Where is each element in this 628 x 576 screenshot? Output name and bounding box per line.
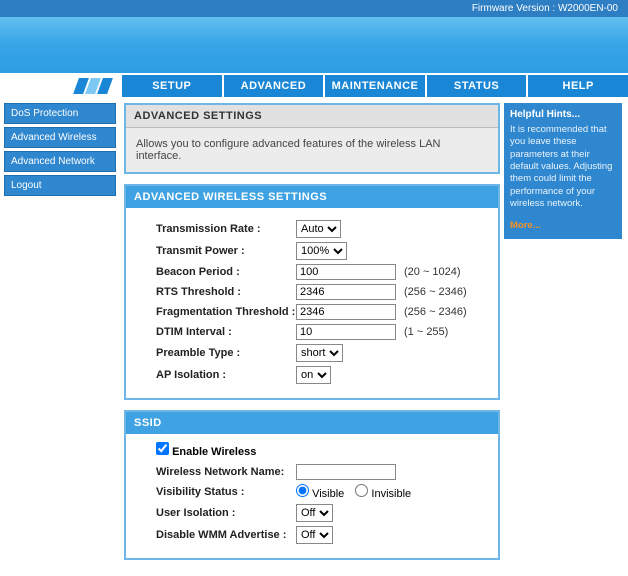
label-invisible: Invisible (371, 488, 411, 500)
sidebar: DoS Protection Advanced Wireless Advance… (0, 97, 120, 199)
tab-help[interactable]: HELP (526, 75, 628, 97)
select-tx-rate[interactable]: Auto (296, 220, 341, 238)
label-visibility: Visibility Status : (136, 486, 296, 498)
label-wmm: Disable WMM Advertise : (136, 529, 296, 541)
input-dtim[interactable] (296, 324, 396, 340)
panel-ssid: SSID Enable Wireless Wireless Network Na… (124, 410, 500, 560)
panel-advanced-wireless: ADVANCED WIRELESS SETTINGS Transmission … (124, 184, 500, 400)
range-beacon: (20 ~ 1024) (404, 266, 461, 278)
logo-slashes (0, 75, 120, 97)
label-beacon: Beacon Period : (136, 266, 296, 278)
label-preamble: Preamble Type : (136, 347, 296, 359)
label-frag: Fragmentation Threshold : (136, 306, 296, 318)
tab-setup[interactable]: SETUP (120, 75, 222, 97)
sidebar-item-dos[interactable]: DoS Protection (4, 103, 116, 124)
sidebar-item-advanced-network[interactable]: Advanced Network (4, 151, 116, 172)
input-rts[interactable] (296, 284, 396, 300)
label-tx-rate: Transmission Rate : (136, 223, 296, 235)
checkbox-enable-wireless[interactable] (156, 442, 169, 455)
panel-title: SSID (126, 412, 498, 434)
label-user-isolation: User Isolation : (136, 507, 296, 519)
label-dtim: DTIM Interval : (136, 326, 296, 338)
range-frag: (256 ~ 2346) (404, 306, 467, 318)
firmware-version: Firmware Version : W2000EN-00 (0, 0, 628, 17)
input-network-name[interactable] (296, 464, 396, 480)
label-tx-power: Transmit Power : (136, 245, 296, 257)
input-frag[interactable] (296, 304, 396, 320)
radio-invisible[interactable] (355, 484, 368, 497)
hints-more-link[interactable]: More... (504, 216, 622, 239)
range-dtim: (1 ~ 255) (404, 326, 448, 338)
tab-advanced[interactable]: ADVANCED (222, 75, 324, 97)
hints-body: It is recommended that you leave these p… (504, 124, 622, 216)
select-user-isolation[interactable]: Off (296, 504, 333, 522)
range-rts: (256 ~ 2346) (404, 286, 467, 298)
select-wmm[interactable]: Off (296, 526, 333, 544)
select-apiso[interactable]: on (296, 366, 331, 384)
helpful-hints: Helpful Hints... It is recommended that … (504, 103, 622, 239)
panel-advanced-settings: ADVANCED SETTINGS Allows you to configur… (124, 103, 500, 174)
input-beacon[interactable] (296, 264, 396, 280)
nav-row: SETUP ADVANCED MAINTENANCE STATUS HELP (0, 75, 628, 97)
tab-status[interactable]: STATUS (425, 75, 527, 97)
select-tx-power[interactable]: 100% (296, 242, 347, 260)
select-preamble[interactable]: short (296, 344, 343, 362)
label-rts: RTS Threshold : (136, 286, 296, 298)
sidebar-item-advanced-wireless[interactable]: Advanced Wireless (4, 127, 116, 148)
sidebar-item-logout[interactable]: Logout (4, 175, 116, 196)
label-apiso: AP Isolation : (136, 369, 296, 381)
panel-title: ADVANCED SETTINGS (126, 105, 498, 128)
label-enable-wireless: Enable Wireless (172, 446, 256, 458)
header-banner (0, 17, 628, 75)
panel-title: ADVANCED WIRELESS SETTINGS (126, 186, 498, 208)
label-network-name: Wireless Network Name: (136, 466, 296, 478)
tab-maintenance[interactable]: MAINTENANCE (323, 75, 425, 97)
radio-visible[interactable] (296, 484, 309, 497)
hints-title: Helpful Hints... (504, 103, 622, 124)
panel-description: Allows you to configure advanced feature… (126, 128, 498, 172)
label-visible: Visible (312, 488, 344, 500)
